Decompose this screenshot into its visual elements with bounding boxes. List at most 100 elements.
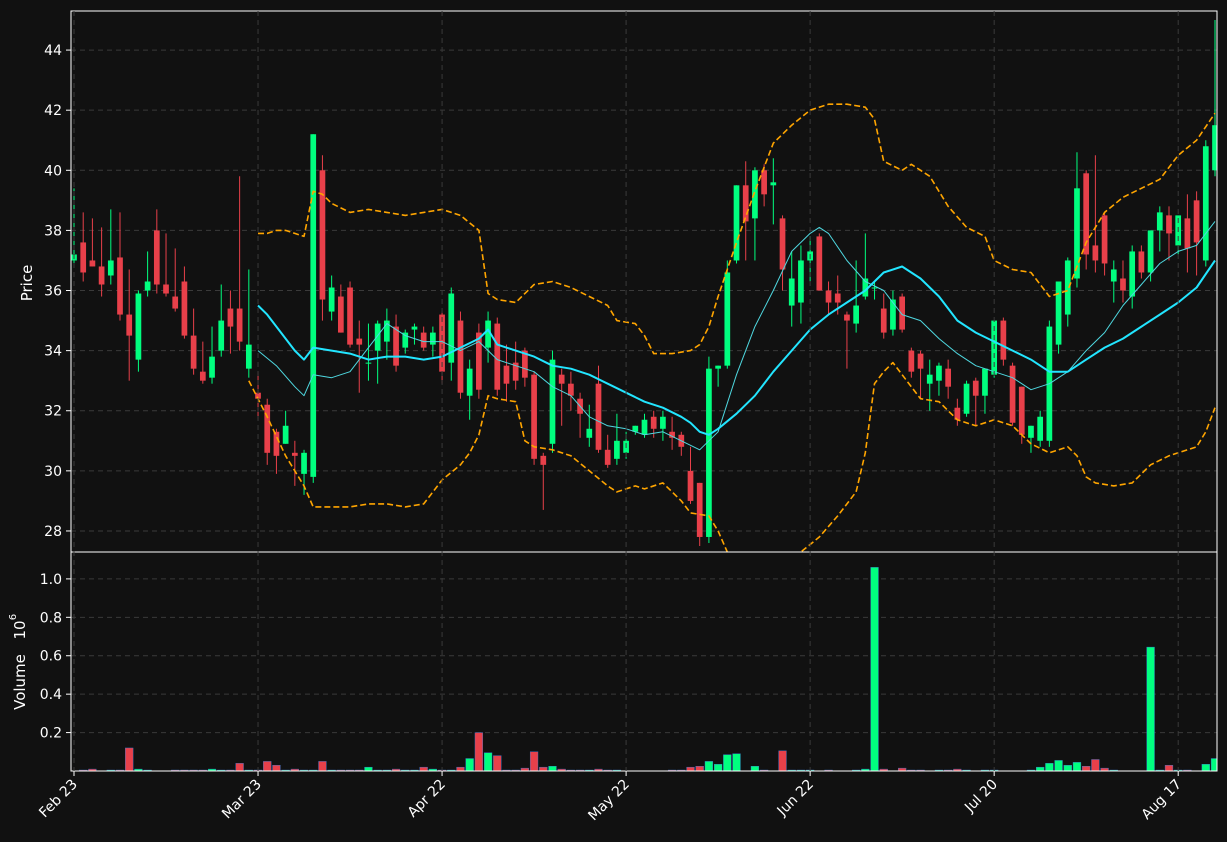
candle-body	[761, 170, 767, 195]
volume-bar	[695, 765, 704, 771]
candle-body	[107, 260, 114, 276]
candle-body	[752, 170, 758, 219]
candle-body	[945, 368, 952, 387]
candle-body	[1110, 269, 1117, 282]
volume-tick-label: 1.0	[40, 572, 62, 588]
candle-body	[1147, 230, 1154, 273]
candle-body	[1120, 278, 1126, 291]
candle-body	[411, 326, 418, 330]
candle-body	[1129, 251, 1136, 297]
candle-body	[190, 335, 197, 369]
candle-body	[503, 365, 510, 384]
volume-bar	[1036, 766, 1045, 771]
candle-body	[393, 326, 399, 366]
candle-body	[586, 428, 593, 438]
candle-body	[126, 314, 133, 336]
volume-bar	[1201, 764, 1210, 771]
volume-bar	[704, 761, 714, 771]
candle-body	[604, 449, 611, 465]
volume-bar	[318, 761, 327, 771]
candle-body	[1101, 215, 1108, 264]
candle-body	[972, 380, 979, 396]
candle-body	[908, 350, 915, 372]
candle-body	[1202, 146, 1209, 261]
candle-body	[1037, 416, 1044, 441]
volume-bar	[750, 765, 760, 771]
candle-body	[310, 134, 317, 477]
volume-bar	[125, 747, 134, 771]
candle-body	[696, 482, 703, 537]
candle-body	[80, 242, 87, 273]
candle-body	[227, 308, 234, 327]
price-tick-label: 38	[44, 223, 62, 239]
candle-body	[899, 296, 905, 330]
candle-body	[1166, 215, 1172, 234]
candle-body	[117, 257, 123, 315]
volume-bar	[686, 766, 695, 771]
volume-bar	[529, 751, 539, 771]
candle-body	[641, 419, 648, 435]
volume-bar	[1091, 759, 1100, 771]
candle-body	[1092, 245, 1099, 261]
candle-body	[825, 290, 832, 303]
candle-body	[356, 338, 363, 345]
candle-body	[540, 455, 547, 465]
volume-bar	[539, 766, 548, 771]
volume-bar	[465, 758, 474, 771]
candle-body	[982, 368, 988, 396]
candle-body	[319, 170, 326, 300]
volume-bar	[1146, 646, 1155, 771]
volume-bar	[456, 766, 465, 771]
volume-bar	[419, 766, 428, 771]
candle-body	[733, 185, 740, 261]
candle-body	[135, 293, 142, 360]
candle-body	[337, 296, 344, 333]
volume-axis-label: Volume	[11, 654, 29, 710]
volume-bar	[1072, 762, 1082, 771]
volume-bar	[263, 761, 272, 771]
volume-bar	[364, 766, 373, 771]
candle-body	[1018, 386, 1025, 435]
candle-body	[798, 260, 804, 303]
candle-body	[871, 287, 878, 289]
candle-body	[595, 383, 602, 450]
volume-bar	[235, 763, 244, 771]
candle-body	[89, 260, 96, 267]
candle-body	[144, 281, 151, 291]
candle-body	[374, 323, 381, 351]
candle-body	[172, 296, 179, 309]
candle-body	[770, 182, 777, 186]
candle-body	[430, 332, 436, 345]
candle-body	[788, 278, 795, 306]
candle-body	[365, 362, 372, 364]
volume-bar	[732, 753, 741, 771]
candle-body	[328, 287, 335, 312]
volume-bar	[1082, 765, 1091, 771]
price-tick-label: 30	[44, 464, 62, 480]
price-tick-label: 34	[44, 344, 62, 360]
volume-bar	[1045, 763, 1054, 771]
candle-body	[466, 368, 473, 396]
candle-body	[153, 230, 160, 285]
price-tick-label: 32	[44, 404, 62, 420]
candle-body	[650, 416, 657, 429]
candle-body	[218, 320, 225, 351]
candle-body	[779, 218, 786, 270]
candle-body	[926, 374, 933, 384]
candle-body	[98, 266, 105, 285]
volume-bar	[1054, 760, 1063, 771]
volume-tick-label: 0.6	[40, 649, 62, 665]
price-tick-label: 28	[44, 524, 62, 540]
candle-body	[890, 299, 896, 330]
candle-body	[181, 281, 188, 336]
candle-body	[301, 452, 307, 474]
candlestick-chart: 283032343638404244 0.20.40.60.81.0 Feb 2…	[0, 0, 1227, 842]
candle-body	[1028, 425, 1034, 438]
candle-body	[558, 374, 565, 384]
candle-body	[1184, 218, 1191, 249]
candle-body	[420, 332, 427, 348]
volume-bar	[723, 754, 732, 771]
volume-bar	[1164, 765, 1174, 771]
candle-body	[568, 383, 574, 396]
candle-body	[163, 284, 169, 294]
